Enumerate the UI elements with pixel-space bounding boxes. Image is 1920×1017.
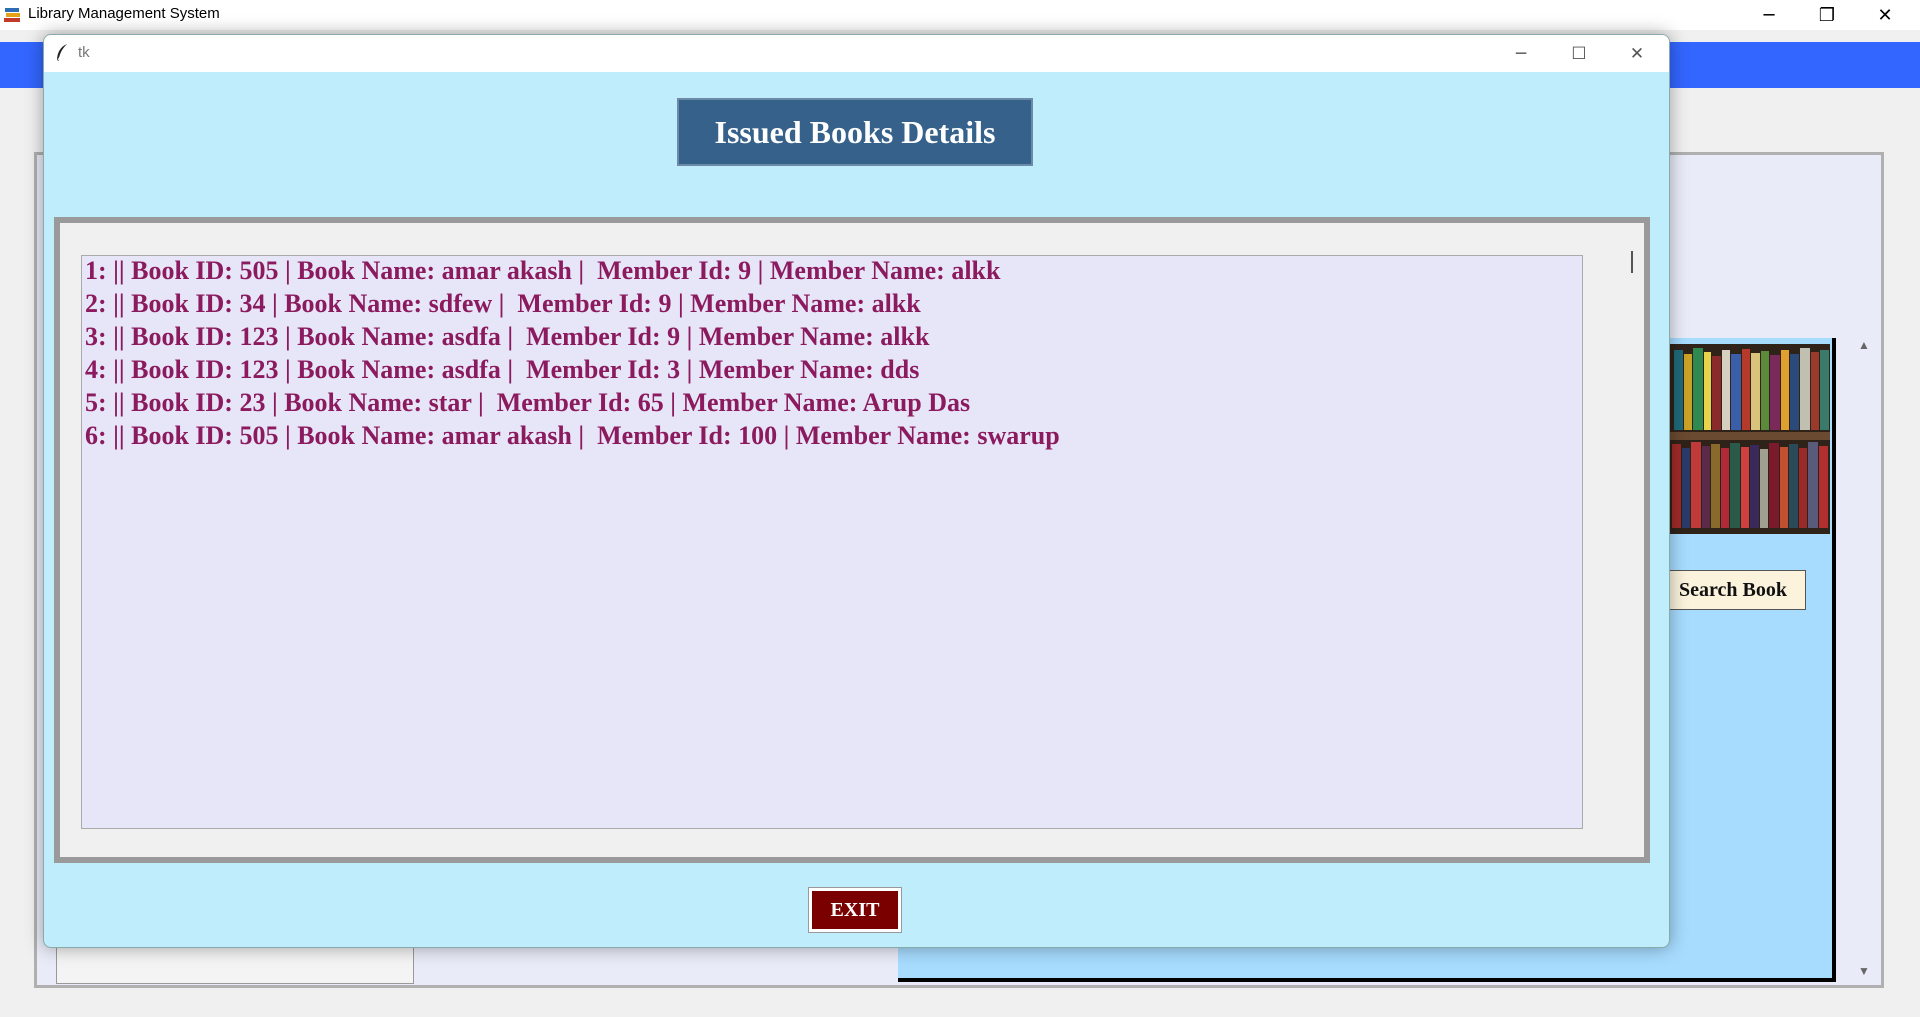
main-minimize-button[interactable]: ─	[1740, 0, 1798, 30]
list-scrollbar[interactable]	[1621, 247, 1641, 843]
main-titlebar: Library Management System ─ ❐ ✕	[0, 0, 1920, 30]
main-window-title: Library Management System	[28, 5, 220, 22]
main-scroll-up-arrow[interactable]: ▲	[1858, 338, 1870, 352]
list-item: 5: || Book ID: 23 | Book Name: star | Me…	[85, 388, 971, 417]
main-close-button[interactable]: ✕	[1856, 0, 1914, 30]
issued-books-window: tk ─ ☐ ✕ Issued Books Details 1: || Book…	[43, 34, 1670, 948]
main-scroll-down-arrow[interactable]: ▼	[1858, 964, 1870, 978]
popup-maximize-button[interactable]: ☐	[1550, 35, 1608, 72]
popup-minimize-button[interactable]: ─	[1492, 35, 1550, 72]
exit-button[interactable]: EXIT	[808, 887, 902, 933]
main-restore-button[interactable]: ❐	[1798, 0, 1856, 30]
feather-icon	[56, 44, 67, 63]
bookshelf-image	[1668, 344, 1830, 534]
list-item: 1: || Book ID: 505 | Book Name: amar aka…	[85, 256, 1001, 285]
popup-close-button[interactable]: ✕	[1608, 35, 1666, 72]
heading-box: Issued Books Details	[677, 98, 1033, 166]
list-scrollbar-thumb[interactable]	[1631, 251, 1633, 273]
books-icon	[4, 8, 20, 22]
search-book-button[interactable]: Search Book	[1660, 570, 1806, 610]
issued-books-list[interactable]: 1: || Book ID: 505 | Book Name: amar aka…	[81, 255, 1583, 829]
page-title: Issued Books Details	[714, 113, 996, 150]
list-item: 6: || Book ID: 505 | Book Name: amar aka…	[85, 421, 1060, 450]
list-item: 2: || Book ID: 34 | Book Name: sdfew | M…	[85, 289, 921, 318]
bookshelf-picture	[1668, 344, 1830, 534]
list-item: 3: || Book ID: 123 | Book Name: asdfa | …	[85, 322, 930, 351]
popup-titlebar: tk ─ ☐ ✕	[44, 35, 1669, 72]
popup-title: tk	[78, 44, 90, 61]
list-item: 4: || Book ID: 123 | Book Name: asdfa | …	[85, 355, 920, 384]
